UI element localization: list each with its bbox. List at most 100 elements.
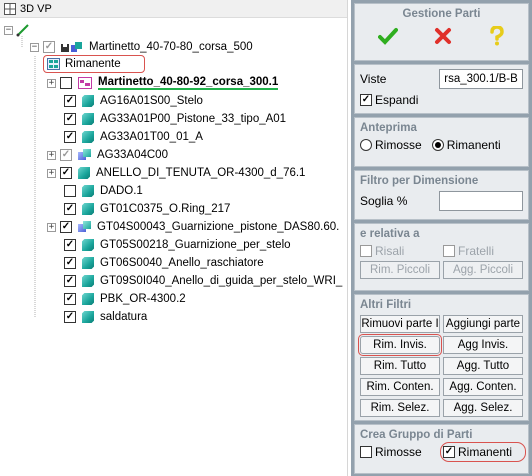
tree-row-label: AG33A01P00_Pistone_33_tipo_A01 <box>100 113 287 125</box>
crea-rimosse-checkbox[interactable] <box>360 446 372 458</box>
group-icon <box>47 58 60 70</box>
crea-rimosse-label: Rimosse <box>375 445 422 459</box>
anteprima-rimanenti-radio[interactable] <box>431 139 444 151</box>
accept-icon[interactable] <box>378 27 399 45</box>
tree-row-label: Rimanente <box>65 58 121 70</box>
save-assembly-icon <box>61 42 82 52</box>
anteprima-rimanenti-label: Rimanenti <box>446 138 501 152</box>
checkbox[interactable]: ✓ <box>60 221 72 233</box>
checkbox[interactable]: ✓ <box>64 275 76 287</box>
tree-row-label: PBK_OR-4300.2 <box>100 293 186 305</box>
checkbox[interactable]: ✓ <box>60 149 72 161</box>
checkbox[interactable]: ✓ <box>64 239 76 251</box>
part-icon <box>82 203 94 215</box>
checkbox[interactable]: ✓ <box>64 131 76 143</box>
group-anteprima: Anteprima Rimosse Rimanenti <box>354 117 529 167</box>
checkbox[interactable] <box>60 77 72 89</box>
collapse-icon[interactable]: − <box>30 42 39 52</box>
agg-selez-button[interactable]: Agg. Selez. <box>443 399 523 417</box>
fratelli-checkbox[interactable] <box>443 245 455 257</box>
aggiungi-parte-button[interactable]: Aggiungi parte <box>443 315 523 333</box>
tree-row-part[interactable]: ✓ AG16A01S00_Stelo <box>64 92 203 110</box>
checkbox[interactable]: ✓ <box>64 311 76 323</box>
agg-invis-button[interactable]: Agg Invis. <box>443 336 523 354</box>
agg-conten-button[interactable]: Agg. Conten. <box>443 378 523 396</box>
part-icon <box>78 167 90 179</box>
tree-row-rimanente[interactable]: Rimanente <box>47 55 121 73</box>
tree-row-subassembly[interactable]: + Martinetto_40-80-92_corsa_300.1 <box>47 74 279 92</box>
group-crea-gruppo: Crea Gruppo di Parti Rimosse ✓ Rimanenti <box>354 424 529 474</box>
checkbox[interactable]: ✓ <box>64 257 76 269</box>
assembly-icon <box>78 149 91 161</box>
expand-icon[interactable]: + <box>47 78 56 88</box>
risali-label: Risali <box>375 244 405 258</box>
part-icon <box>82 185 94 197</box>
tree-row-assembly[interactable]: − ✓ Martinetto_40-70-80_corsa_500 <box>30 38 253 56</box>
group-viste: Viste ✓ Espandi <box>354 64 529 114</box>
part-icon <box>82 239 94 251</box>
help-icon[interactable] <box>489 26 505 46</box>
expand-icon[interactable]: + <box>47 150 56 160</box>
anteprima-title: Anteprima <box>360 122 417 134</box>
tree-pane: 3D VP − − ✓ Martinetto_40-70-80_corsa_50… <box>0 0 348 476</box>
rim-invis-button[interactable]: Rim. Invis. <box>358 334 442 356</box>
tree-row-label: ANELLO_DI_TENUTA_OR-4300_d_76.1 <box>96 167 306 179</box>
tree-row-assembly-collapsed[interactable]: + ✓ AG33A04C00 <box>47 146 168 164</box>
rimuovi-parte-button[interactable]: Rimuovi parte I <box>360 315 440 333</box>
gestione-parti-panel: Gestione Parti Viste ✓ Espandi Anteprima <box>351 0 532 476</box>
tree-row-part[interactable]: ✓ AG33A01P00_Pistone_33_tipo_A01 <box>64 110 286 128</box>
tree-row-part[interactable]: ✓ GT05S00218_Guarnizione_per_stelo <box>64 236 291 254</box>
crea-title: Crea Gruppo di Parti <box>360 429 473 441</box>
tree-row-label: GT05S00218_Guarnizione_per_stelo <box>100 239 291 251</box>
part-icon <box>82 293 94 305</box>
rim-tutto-button[interactable]: Rim. Tutto <box>360 357 440 375</box>
agg-piccoli-button[interactable]: Agg. Piccoli <box>443 261 523 279</box>
cancel-icon[interactable] <box>434 27 452 45</box>
tree-row-part[interactable]: ✓ GT01C0375_O.Ring_217 <box>64 200 230 218</box>
subassembly-icon <box>78 77 92 89</box>
tree-row-part[interactable]: + ✓ ANELLO_DI_TENUTA_OR-4300_d_76.1 <box>47 164 305 182</box>
checkbox[interactable]: ✓ <box>43 41 55 53</box>
tree-row-label: AG16A01S00_Stelo <box>100 95 203 107</box>
tree-row-part[interactable]: ✓ saldatura <box>64 308 147 326</box>
part-icon <box>82 257 94 269</box>
expand-icon[interactable]: + <box>47 168 56 178</box>
rim-conten-button[interactable]: Rim. Conten. <box>360 378 440 396</box>
tree-row-part[interactable]: ✓ GT06S0040_Anello_raschiatore <box>64 254 264 272</box>
tree-row-label: Martinetto_40-80-92_corsa_300.1 <box>98 76 279 90</box>
rim-piccoli-button[interactable]: Rim. Piccoli <box>360 261 440 279</box>
checkbox[interactable] <box>64 185 76 197</box>
risali-checkbox[interactable] <box>360 245 372 257</box>
checkbox[interactable]: ✓ <box>64 113 76 125</box>
anteprima-rimosse-radio[interactable] <box>360 139 372 151</box>
viste-field[interactable] <box>439 69 523 89</box>
checkbox[interactable]: ✓ <box>64 293 76 305</box>
part-icon <box>82 275 94 287</box>
tree-row-label: AG33A01T00_01_A <box>100 131 203 143</box>
soglia-label: Soglia % <box>360 194 408 208</box>
tree-row-part[interactable]: DADO.1 <box>64 182 143 200</box>
agg-tutto-button[interactable]: Agg. Tutto <box>443 357 523 375</box>
part-icon <box>82 131 94 143</box>
group-header: Gestione Parti <box>354 3 529 61</box>
checkbox[interactable]: ✓ <box>64 203 76 215</box>
viste-label: Viste <box>360 72 387 86</box>
espandi-checkbox[interactable]: ✓ <box>360 94 372 106</box>
expand-icon[interactable]: + <box>47 222 56 232</box>
tree-row-label: DADO.1 <box>100 185 143 197</box>
tree-row-part[interactable]: ✓ PBK_OR-4300.2 <box>64 290 186 308</box>
part-icon <box>82 113 94 125</box>
tree-row-part[interactable]: ✓ GT09S0I040_Anello_di_guida_per_stelo_W… <box>64 272 342 290</box>
anteprima-rimosse-label: Rimosse <box>375 138 422 152</box>
crea-rimanenti-checkbox[interactable]: ✓ <box>443 446 455 458</box>
tree-row-part[interactable]: ✓ AG33A01T00_01_A <box>64 128 203 146</box>
tree-row-label: Martinetto_40-70-80_corsa_500 <box>89 41 253 53</box>
fratelli-label: Fratelli <box>458 244 495 258</box>
tree-row-label: GT01C0375_O.Ring_217 <box>100 203 231 215</box>
tree-row-assembly-collapsed[interactable]: + ✓ GT04S00043_Guarnizione_pistone_DAS80… <box>47 218 339 236</box>
part-icon <box>82 311 94 323</box>
soglia-input[interactable] <box>439 191 523 211</box>
checkbox[interactable]: ✓ <box>64 95 76 107</box>
checkbox[interactable]: ✓ <box>60 167 72 179</box>
rim-selez-button[interactable]: Rim. Selez. <box>360 399 440 417</box>
